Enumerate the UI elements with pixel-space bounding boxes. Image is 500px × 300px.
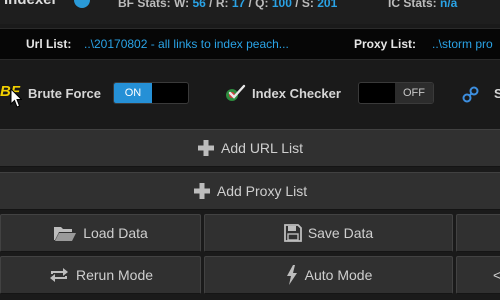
chevron-left-icon: < [493,267,500,283]
save-disk-icon [283,224,302,242]
toggle-state-off: OFF [395,83,433,103]
path-bar: Url List: ..\20170802 - all links to ind… [0,28,500,60]
bf-stats: BF Stats: W: 56 / R: 17 / Q: 100 / S: 20… [118,0,338,10]
add-proxy-list-button[interactable]: Add Proxy List [0,172,500,210]
rerun-mode-button[interactable]: Rerun Mode [0,256,201,294]
rerun-arrows-icon [49,268,68,282]
brute-force-label: Brute Force [28,86,101,101]
partial-nav-button[interactable]: < [456,256,500,294]
brute-force-toggle[interactable]: ON [113,82,189,104]
index-check-icon [226,84,246,101]
index-checker-label: Index Checker [252,86,341,101]
mouse-cursor-icon [10,88,22,108]
load-data-button[interactable]: Load Data [0,214,201,252]
url-list-label: Url List: [26,37,72,51]
globe-icon [74,0,90,8]
lightning-bolt-icon [286,265,297,285]
proxy-list-label: Proxy List: [354,37,417,51]
save-data-label: Save Data [307,225,374,241]
load-data-label: Load Data [83,225,148,241]
proxy-list-path[interactable]: ..\storm pro [432,37,500,51]
ic-stats: IC Stats: n/a [388,0,458,10]
save-data-button[interactable]: Save Data [204,214,453,252]
plus-icon [193,183,210,199]
toggle-row: BF Brute Force ON Index Checker OFF S [0,70,500,116]
stats-header: Indexer BF Stats: W: 56 / R: 17 / Q: 100… [0,0,500,24]
add-url-list-button[interactable]: Add URL List [0,129,500,167]
index-checker-toggle[interactable]: OFF [358,82,434,104]
auto-mode-label: Auto Mode [304,267,373,283]
partial-button-right[interactable] [456,214,500,252]
folder-open-icon [54,227,77,241]
plus-icon [198,140,215,156]
app-title: Indexer [4,0,57,8]
url-list-path[interactable]: ..\20170802 - all links to index peach..… [84,37,334,51]
third-toggle-label: S [494,86,500,101]
toggle-state-on: ON [114,83,152,103]
add-proxy-list-label: Add Proxy List [216,183,308,199]
add-url-list-label: Add URL List [221,140,303,156]
link-icon [462,86,479,103]
rerun-mode-label: Rerun Mode [75,267,154,283]
auto-mode-button[interactable]: Auto Mode [204,256,453,294]
